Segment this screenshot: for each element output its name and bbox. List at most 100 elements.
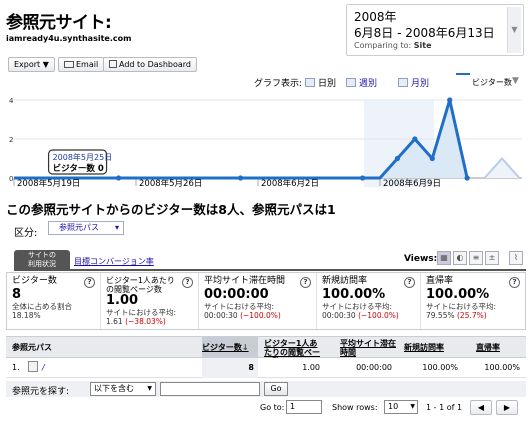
- tab-site-usage[interactable]: サイトの 利用状況: [14, 250, 70, 270]
- dashboard-label: Add to Dashboard: [119, 60, 192, 69]
- column-header-visitors[interactable]: ビジター数↓: [202, 337, 258, 357]
- email-label: Email: [76, 60, 99, 69]
- views-label: Views:: [404, 254, 438, 264]
- table-view-icon[interactable]: ▦: [437, 251, 451, 265]
- metric-sub: サイトにおける平均:: [106, 308, 177, 317]
- metric-value: 8: [12, 287, 22, 302]
- find-label: 参照元を探す:: [12, 387, 70, 397]
- table-header: 参照元パス ビジター数↓ ビジター1人あたりの閲覧ページ数 平均サイト滞在時間 …: [6, 336, 526, 366]
- goto-input[interactable]: 1: [286, 400, 322, 414]
- data-point: [115, 175, 122, 181]
- x-tick-label: 2008年6月9日: [383, 178, 441, 189]
- metric-label: 新規訪問率: [322, 276, 368, 286]
- metric-change: (−38.03%): [125, 317, 166, 326]
- help-icon[interactable]: ?: [182, 277, 193, 288]
- tooltip-value: ビジター数 0: [53, 163, 104, 174]
- x-tick-label: 2008年5月19日: [17, 178, 80, 189]
- series-line-icon: [456, 73, 470, 75]
- help-icon[interactable]: ?: [84, 277, 95, 288]
- page-icon[interactable]: [28, 361, 38, 372]
- data-point: [237, 175, 244, 181]
- column-header-bounce[interactable]: 直帰率: [476, 343, 500, 352]
- summary-heading: この参照元サイトからのビジター数は8人、参照元パスは1: [6, 202, 336, 217]
- metric-sub: サイトにおける平均:: [426, 302, 497, 311]
- tab-goal-conversion[interactable]: 目標コンバージョン率: [74, 256, 154, 267]
- date-range: 6月8日 - 2008年6月13日: [354, 26, 495, 40]
- graph-week-option[interactable]: 週別: [346, 76, 377, 89]
- site-name: iamready4u.synthasite.com: [6, 34, 132, 43]
- pivot-view-icon[interactable]: ⌇: [509, 251, 523, 265]
- add-to-dashboard-button[interactable]: Add to Dashboard: [103, 57, 198, 72]
- month-graph-icon: [398, 78, 408, 87]
- segment-select[interactable]: 参照元パス ▾: [48, 221, 124, 235]
- table-row: 1. / 8 1.00 00:00:00 100.00% 100.00%: [6, 358, 526, 378]
- column-header-time[interactable]: 平均サイト滞在時間: [340, 339, 396, 357]
- graph-day-option[interactable]: 日別: [305, 76, 336, 89]
- find-go-button[interactable]: Go: [264, 382, 288, 396]
- date-range-picker[interactable]: 2008年 6月8日 - 2008年6月13日 Comparing to: Si…: [346, 4, 524, 56]
- metric-label: 直帰率: [426, 276, 454, 286]
- segment-label: 区分:: [14, 228, 38, 239]
- metric-share: 18.18%: [12, 311, 41, 320]
- email-button[interactable]: Email: [58, 57, 105, 72]
- metric-sub: サイトにおける平均:: [204, 302, 275, 311]
- page-title: 参照元サイト:: [6, 13, 112, 33]
- x-tick-label: 2008年5月26日: [139, 178, 202, 189]
- help-icon[interactable]: ?: [404, 277, 415, 288]
- pie-view-icon[interactable]: ◐: [453, 251, 467, 265]
- next-page-button[interactable]: ▶: [496, 400, 518, 415]
- rows-select[interactable]: 10 ▼: [384, 400, 418, 414]
- metric-average: 1.61: [106, 317, 123, 326]
- compare-view-icon[interactable]: ±: [485, 251, 499, 265]
- chevron-down-icon: ▼: [147, 385, 152, 392]
- comparing-to: Comparing to: Site: [354, 41, 432, 50]
- column-header-visitors-label: ビジター数: [202, 343, 242, 352]
- tab-site-usage-label: サイトの 利用状況: [28, 251, 56, 268]
- find-source-bar: 参照元を探す: 以下を含む ▼ Go: [6, 381, 526, 397]
- bar-view-icon[interactable]: ≡: [469, 251, 483, 265]
- y-tick-label: 4: [9, 97, 14, 105]
- find-filter-select[interactable]: 以下を含む ▼: [90, 382, 156, 396]
- metric-value: 00:00:00: [204, 287, 269, 302]
- metric-compare: 00:00:30 (−100.0%): [322, 311, 415, 320]
- y-tick-label: 0: [9, 175, 13, 183]
- metric-change: (25.7%): [457, 311, 487, 320]
- rows-label: Show rows:: [332, 403, 378, 412]
- metric-change: (−100.0%): [240, 311, 281, 320]
- metric-dropdown-icon[interactable]: ▼: [512, 76, 519, 86]
- pagination: Go to: 1 Show rows: 10 ▼ 1 - 1 of 1 ◀ ▶: [6, 399, 526, 417]
- graph-month-option[interactable]: 月別: [398, 76, 429, 89]
- export-button[interactable]: Export ▼: [8, 57, 55, 72]
- data-point: [412, 136, 418, 142]
- graph-label: グラフ表示:: [254, 79, 303, 89]
- envelope-icon: [64, 61, 74, 68]
- metric-new-visits: 新規訪問率 100.00% サイトにおける平均: 00:00:30 (−100.…: [317, 273, 421, 329]
- graph-week-link[interactable]: 週別: [359, 79, 377, 89]
- data-point: [359, 175, 366, 181]
- graph-day-label: 日別: [318, 79, 337, 89]
- x-tick-label: 2008年6月2日: [261, 178, 319, 189]
- data-point: [429, 155, 435, 162]
- graph-month-link[interactable]: 月別: [411, 79, 429, 89]
- cell-visitors: 8: [202, 358, 258, 378]
- metric-selector[interactable]: ビジター数: [456, 70, 512, 87]
- date-year: 2008年: [354, 10, 397, 24]
- metric-average: 00:00:30: [204, 311, 238, 320]
- graph-options-bar: グラフ表示: 日別 週別 月別 ビジター数 ▼: [0, 73, 530, 90]
- prev-page-button[interactable]: ◀: [470, 400, 492, 415]
- find-input[interactable]: [160, 382, 260, 396]
- referral-path-link[interactable]: /: [42, 363, 45, 372]
- column-header-new-visits[interactable]: 新規訪問率: [404, 343, 444, 352]
- data-point: [464, 175, 470, 181]
- help-icon[interactable]: ?: [509, 277, 520, 288]
- metric-bounce-rate: 直帰率 100.00% サイトにおける平均: 79.55% (25.7%) ?: [421, 273, 525, 329]
- rows-value: 10: [388, 402, 399, 411]
- metric-pages-per-visitor: ビジター1人あたりの閲覧ページ数 1.00 サイトにおける平均: 1.61 (−…: [101, 273, 199, 329]
- column-header-path: 参照元パス: [12, 343, 52, 352]
- week-graph-icon: [346, 78, 356, 87]
- metric-value: 100.00%: [322, 287, 386, 302]
- data-point: [394, 155, 401, 162]
- date-dropdown-icon[interactable]: ▼: [507, 7, 521, 53]
- help-icon[interactable]: ?: [300, 277, 311, 288]
- cell-bounce: 100.00%: [484, 363, 520, 372]
